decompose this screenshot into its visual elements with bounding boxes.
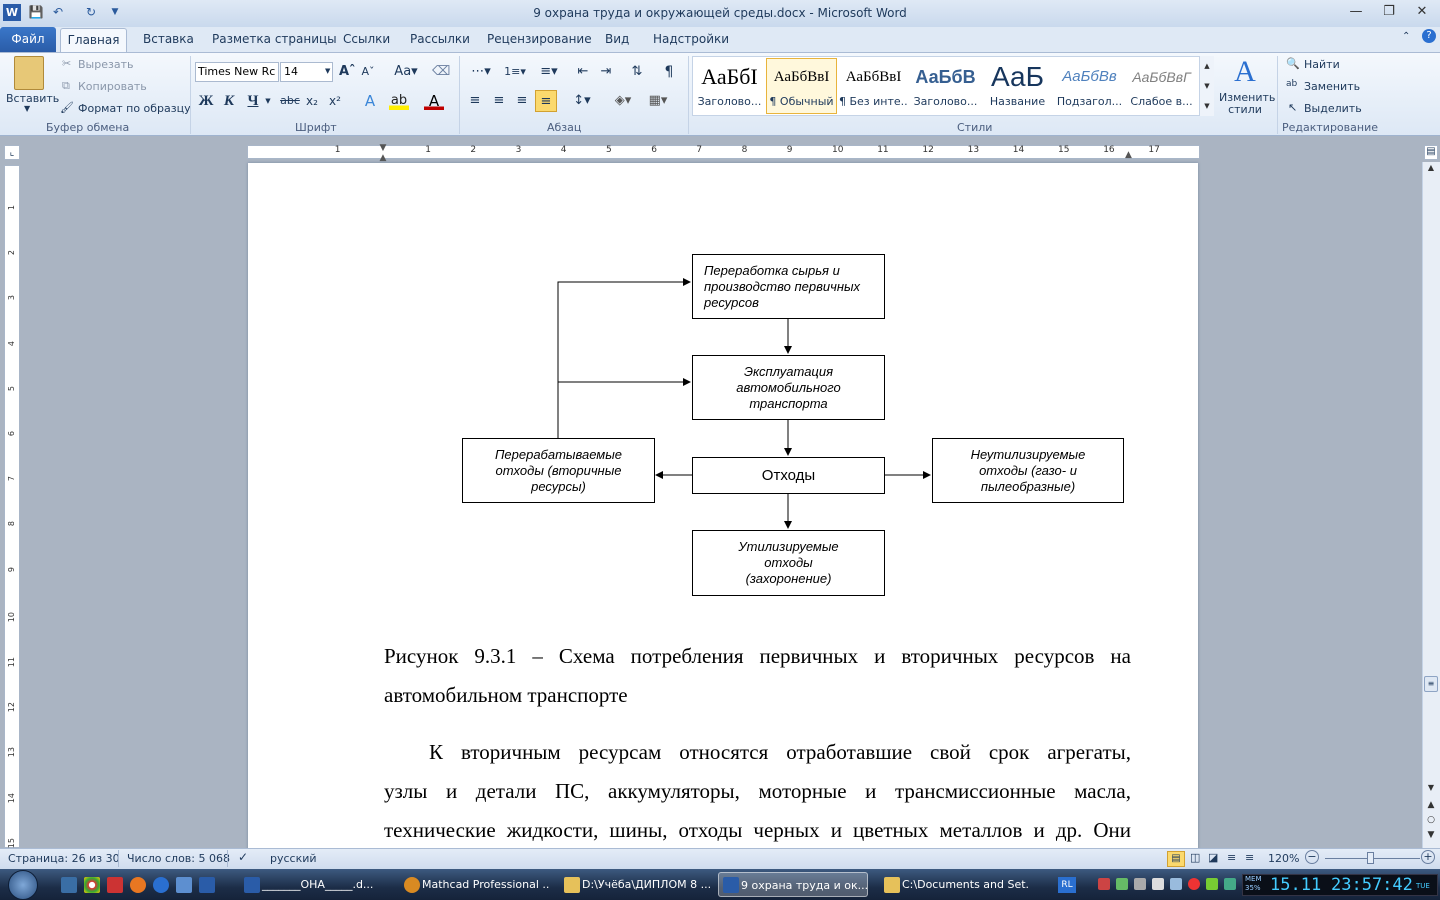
box-exploitation: Эксплуатация автомобильного транспорта xyxy=(692,355,885,420)
mathcad-icon xyxy=(404,877,420,893)
box-non-utilized-waste: Неутилизируемые отходы (газо- и пылеобра… xyxy=(932,438,1124,503)
page-count[interactable]: Страница: 26 из 30 xyxy=(8,852,120,865)
alert-icon[interactable] xyxy=(1188,878,1200,890)
figure-caption-line1: Рисунок 9.3.1 – Схема потребления первич… xyxy=(384,644,1131,668)
body-line1: К вторичным ресурсам относятся отработав… xyxy=(429,740,1131,764)
divider xyxy=(118,850,119,867)
tray-icon[interactable] xyxy=(1170,878,1182,890)
nvidia-icon[interactable] xyxy=(1206,878,1218,890)
tray-icon[interactable] xyxy=(1224,878,1236,890)
taskbar-item-4[interactable]: 9 охрана труда и ок... xyxy=(718,872,868,897)
clock-time: 23:57:42 xyxy=(1331,875,1413,895)
divider xyxy=(227,850,228,867)
body-line2: узлы и детали ПС, аккумуляторы, моторные… xyxy=(384,779,1131,803)
folder-icon xyxy=(884,877,900,893)
zoom-level[interactable]: 120% xyxy=(1268,852,1299,865)
folder-icon[interactable] xyxy=(176,877,192,893)
word-icon[interactable] xyxy=(199,877,215,893)
network-icon[interactable] xyxy=(1134,878,1146,890)
taskbar-item-5[interactable]: C:\Documents and Set... xyxy=(880,872,1030,897)
tray-icon[interactable] xyxy=(1116,878,1128,890)
language-indicator[interactable]: русский xyxy=(270,852,317,865)
box-raw-materials: Переработка сырья и производство первичн… xyxy=(692,254,885,319)
reading-layout-icon[interactable]: ◫ xyxy=(1190,851,1200,864)
taskbar-item-1[interactable]: _______ОНА_____.d... xyxy=(240,872,395,897)
taskbar-item-3[interactable]: D:\Учёба\ДИПЛОМ 8 ... xyxy=(560,872,710,897)
zoom-out-icon[interactable]: − xyxy=(1305,850,1319,864)
figure-caption-line2: автомобильном транспорте xyxy=(384,683,628,707)
zoom-in-icon[interactable]: + xyxy=(1421,850,1435,864)
tray-icon[interactable] xyxy=(1098,878,1110,890)
print-layout-icon[interactable]: ▤ xyxy=(1167,851,1185,867)
language-icon[interactable]: RL xyxy=(1058,877,1076,893)
browser-icon[interactable] xyxy=(130,877,146,893)
body-line3: технические жидкости, шины, отходы черны… xyxy=(384,818,1131,842)
arrow-recycled-to-raw xyxy=(557,278,691,438)
spellcheck-icon[interactable]: ✓ xyxy=(238,850,248,864)
draft-icon[interactable]: ≡ xyxy=(1245,851,1254,864)
mem-label: MEM xyxy=(1245,875,1262,883)
outline-icon[interactable]: ≡ xyxy=(1227,851,1236,864)
app-icon[interactable] xyxy=(107,877,123,893)
box-utilized-waste: Утилизируемые отходы (захоронение) xyxy=(692,530,885,596)
start-button[interactable] xyxy=(8,870,38,900)
mem-value: 35% xyxy=(1245,884,1261,892)
word-doc-icon xyxy=(723,877,739,893)
word-count[interactable]: Число слов: 5 068 xyxy=(127,852,230,865)
box-recycled-waste: Перерабатываемые отходы (вторичные ресур… xyxy=(462,438,655,503)
web-layout-icon[interactable]: ◪ xyxy=(1208,851,1218,864)
zoom-slider-thumb[interactable] xyxy=(1367,852,1374,864)
taskbar-item-2[interactable]: Mathcad Professional ... xyxy=(400,872,550,897)
volume-icon[interactable] xyxy=(1152,878,1164,890)
messenger-icon[interactable] xyxy=(153,877,169,893)
chrome-icon[interactable] xyxy=(84,877,100,893)
show-desktop-icon[interactable] xyxy=(61,877,77,893)
word-doc-icon xyxy=(244,877,260,893)
folder-icon xyxy=(564,877,580,893)
clock-day: TUE xyxy=(1416,882,1430,890)
diagram-connectors xyxy=(557,278,931,529)
clock-date: 15.11 xyxy=(1270,875,1322,895)
box-waste: Отходы xyxy=(692,457,885,494)
